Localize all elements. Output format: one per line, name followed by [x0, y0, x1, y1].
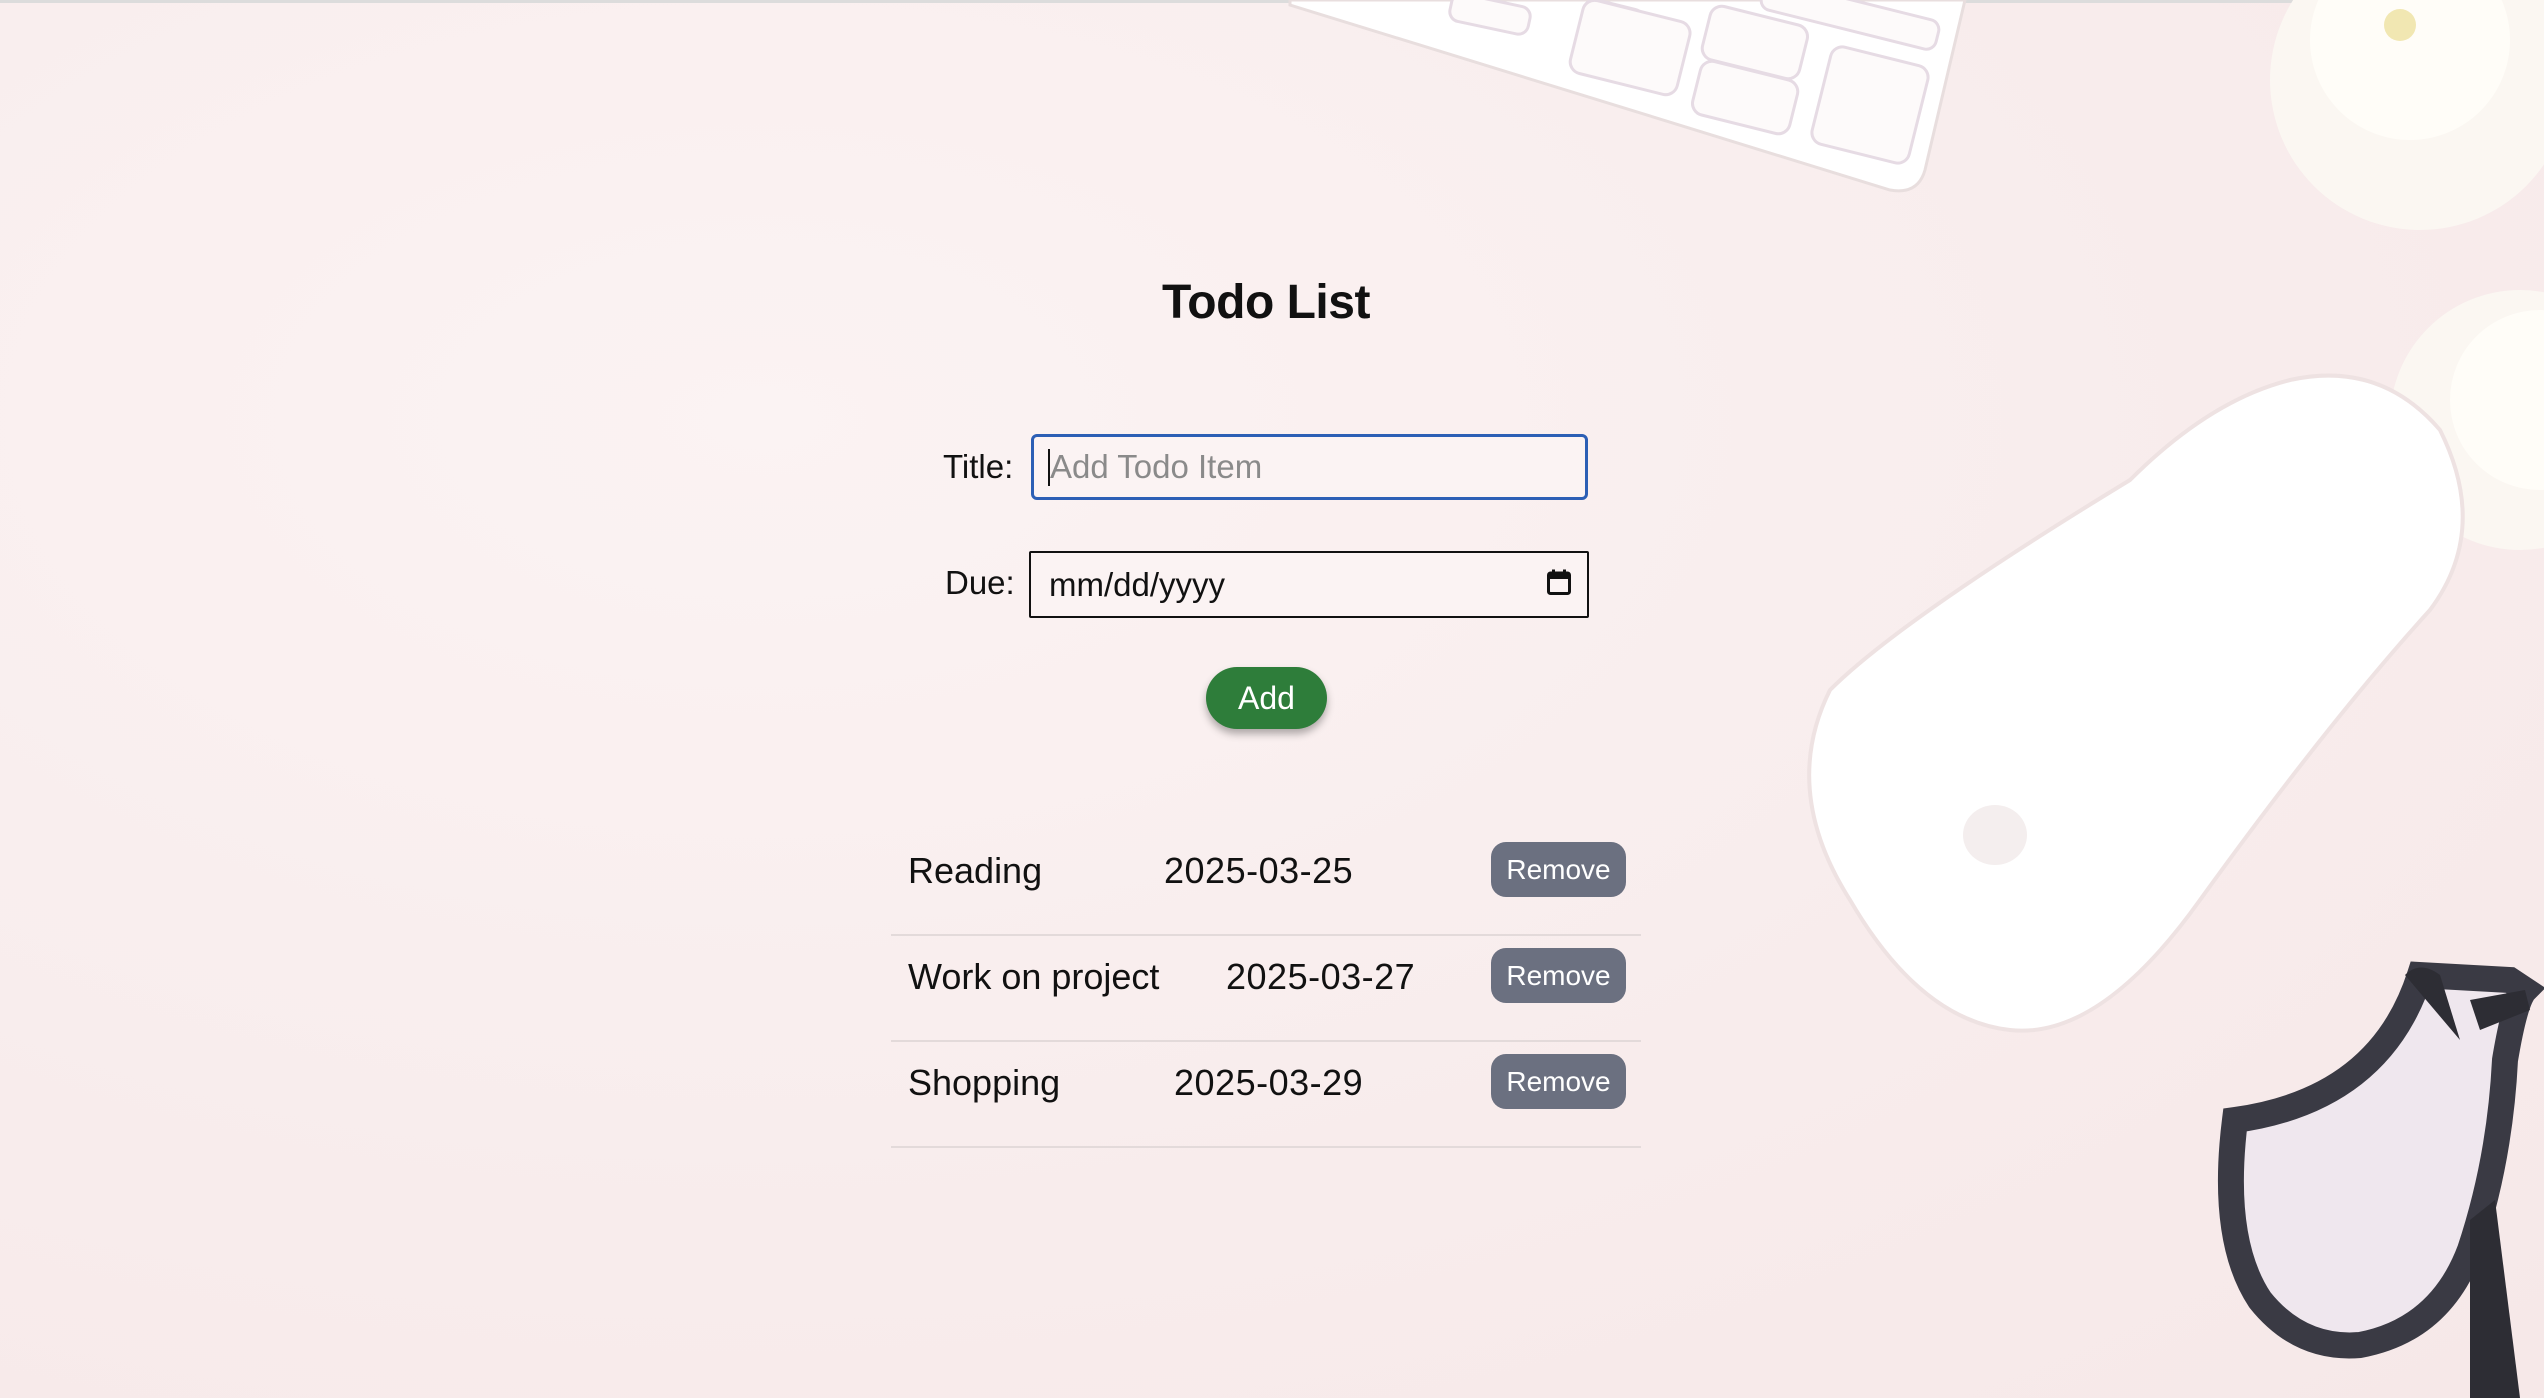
- todo-title: Work on project: [908, 956, 1160, 997]
- todo-due-date: 2025-03-29: [1174, 1062, 1364, 1103]
- todo-title: Reading: [908, 850, 1043, 891]
- todo-list: Reading 2025-03-25 Remove Work on projec…: [891, 832, 1641, 1148]
- todo-row: Shopping 2025-03-29 Remove: [891, 1044, 1641, 1148]
- window-top-border: [0, 0, 2544, 3]
- todo-row: Work on project 2025-03-27 Remove: [891, 938, 1641, 1042]
- title-field-label: Title:: [943, 448, 1014, 485]
- due-date-input[interactable]: mm/dd/yyyy: [1029, 551, 1589, 618]
- todo-due-date: 2025-03-25: [1164, 850, 1354, 891]
- todo-title-input[interactable]: [1031, 434, 1588, 500]
- todo-row: Reading 2025-03-25 Remove: [891, 832, 1641, 936]
- text-caret: [1048, 449, 1050, 486]
- page-title: Todo List: [1162, 276, 1370, 329]
- remove-button[interactable]: Remove: [1491, 842, 1626, 897]
- todo-title: Shopping: [908, 1062, 1061, 1103]
- calendar-icon[interactable]: [1547, 569, 1571, 595]
- add-button[interactable]: Add: [1206, 667, 1327, 729]
- due-date-placeholder: mm/dd/yyyy: [1049, 566, 1226, 603]
- remove-button[interactable]: Remove: [1491, 1054, 1626, 1109]
- remove-button[interactable]: Remove: [1491, 948, 1626, 1003]
- due-field-label: Due:: [945, 564, 1015, 601]
- todo-due-date: 2025-03-27: [1226, 956, 1416, 997]
